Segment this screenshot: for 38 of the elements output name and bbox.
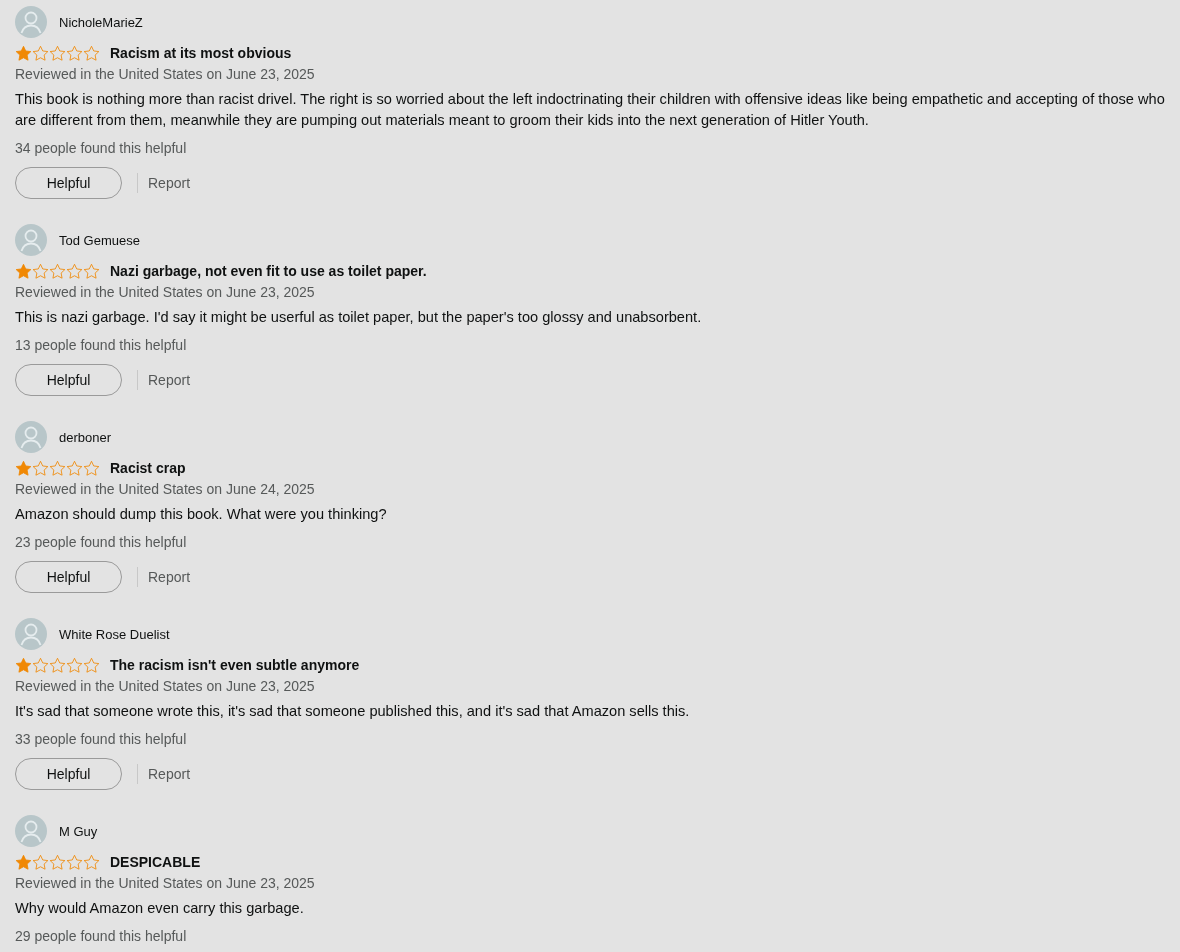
helpful-button[interactable]: Helpful [15,364,122,396]
avatar-icon [15,618,47,650]
review-date: Reviewed in the United States on June 24, 2025 [15,480,316,499]
helpful-count: 33 people found this helpful [15,730,188,749]
review-text: This is nazi garbage. I'd say it might be userful as toilet paper, but the paper's too glossy and unabsorbent. [15,308,703,327]
helpful-count: 29 people found this helpful [15,927,188,946]
review-title[interactable]: The racism isn't even subtle anymore [110,657,360,673]
review-title[interactable]: DESPICABLE [110,854,201,870]
report-link[interactable]: Report [148,569,191,585]
review-title[interactable]: Nazi garbage, not even fit to use as toilet paper. [110,263,427,279]
report-link[interactable]: Report [148,766,191,782]
review-text: Why would Amazon even carry this garbage. [15,899,305,918]
helpful-button[interactable]: Helpful [15,561,122,593]
review-title[interactable]: Racism at its most obvious [110,45,292,61]
review-title[interactable]: Racist crap [110,460,186,476]
avatar-icon [15,421,47,453]
review-date: Reviewed in the United States on June 23, 2025 [15,677,316,696]
reviewer-name[interactable]: M Guy [59,823,98,839]
reviewer-name[interactable]: Tod Gemuese [59,232,140,248]
report-link[interactable]: Report [148,175,191,191]
reviewer-name[interactable]: White Rose Duelist [59,626,170,642]
avatar-icon [15,6,47,38]
report-link[interactable]: Report [148,372,191,388]
avatar-icon [15,815,47,847]
review-text: This book is nothing more than racist drivel. The right is so worried about the left indoctrinating their children with offensive ideas like being empathetic and accepting of those who are different from them, meanwhile they are pumping out materials meant to groom their kids into the next generation of Hitler Youth. [15,90,1166,130]
reviewer-name[interactable]: derboner [59,429,112,445]
review-date: Reviewed in the United States on June 23, 2025 [15,283,316,302]
helpful-button[interactable]: Helpful [15,758,122,790]
review-date: Reviewed in the United States on June 23, 2025 [15,65,316,84]
helpful-count: 23 people found this helpful [15,533,188,552]
reviewer-name[interactable]: NicholeMarieZ [59,14,143,30]
helpful-button[interactable]: Helpful [15,167,122,199]
review-text: Amazon should dump this book. What were you thinking? [15,505,388,524]
review-text: It's sad that someone wrote this, it's sad that someone published this, and it's sad that Amazon sells this. [15,702,691,721]
helpful-count: 13 people found this helpful [15,336,188,355]
review-date: Reviewed in the United States on June 23, 2025 [15,874,316,893]
avatar-icon [15,224,47,256]
helpful-count: 34 people found this helpful [15,139,188,158]
